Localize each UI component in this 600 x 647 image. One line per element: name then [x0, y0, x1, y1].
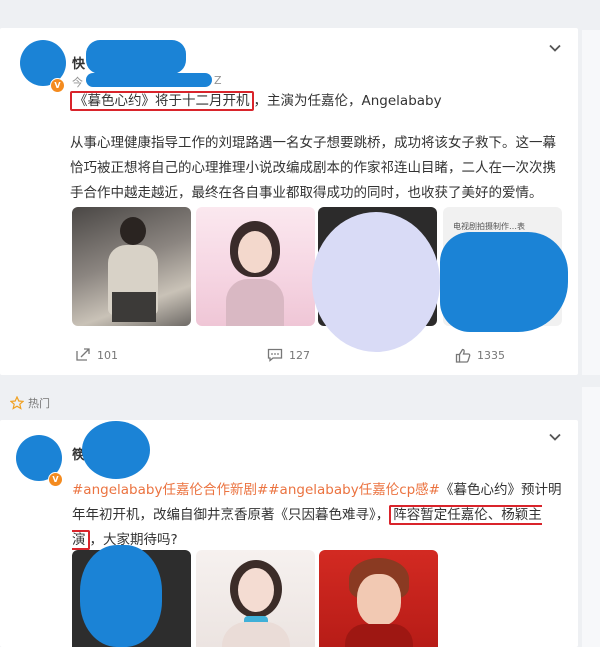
post-headline: 《暮色心约》将于十二月开机 ，主演为任嘉伦，Angelababy	[70, 89, 442, 114]
redaction-blur	[440, 232, 568, 332]
like-button[interactable]: 1335	[455, 348, 505, 363]
thumbnail-caption: 电视剧拍摄制作…表	[453, 222, 525, 231]
redaction-blur	[312, 212, 440, 352]
like-count: 1335	[477, 349, 505, 362]
post-time-suffix: Z	[214, 74, 222, 87]
post-body: #angelababy任嘉伦合作新剧##angelababy任嘉伦cp感#《暮色…	[72, 478, 568, 553]
verified-badge-icon: V	[50, 78, 65, 93]
repost-count: 101	[97, 348, 118, 362]
chevron-down-icon[interactable]	[548, 41, 562, 55]
chevron-down-icon[interactable]	[548, 430, 562, 444]
user-name[interactable]: 快	[72, 53, 85, 72]
comment-icon	[267, 348, 283, 362]
post-headline-rest: ，主演为任嘉伦，Angelababy	[253, 93, 442, 109]
photo-thumbnail[interactable]	[72, 207, 191, 326]
star-icon	[10, 396, 24, 410]
comment-button[interactable]: 127	[267, 348, 310, 362]
side-panel	[582, 30, 600, 375]
thumbs-up-icon	[455, 348, 471, 363]
photo-thumbnail[interactable]	[319, 550, 438, 647]
comment-count: 127	[289, 348, 310, 362]
photo-thumbnail[interactable]	[196, 207, 315, 326]
redaction-blur	[82, 421, 150, 479]
side-panel	[582, 387, 600, 647]
highlight-box: 《暮色心约》将于十二月开机	[70, 91, 254, 111]
post-body: 从事心理健康指导工作的刘琨路遇一名女子想要跳桥，成功将该女子救下。这一幕恰巧被正…	[70, 135, 556, 201]
redaction-blur	[80, 545, 162, 647]
hashtag-link[interactable]: #angelababy任嘉伦合作新剧##angelababy任嘉伦cp感#	[72, 482, 440, 498]
photo-thumbnail[interactable]	[196, 550, 315, 647]
redaction-blur	[86, 73, 212, 87]
hot-label: 热门	[10, 395, 50, 411]
hot-label-text: 热门	[28, 397, 50, 410]
repost-button[interactable]: 101	[75, 348, 118, 362]
redaction-blur	[86, 40, 186, 74]
repost-icon	[76, 348, 90, 361]
verified-badge-icon: V	[48, 472, 63, 487]
post-time-prefix: 今	[72, 76, 83, 89]
